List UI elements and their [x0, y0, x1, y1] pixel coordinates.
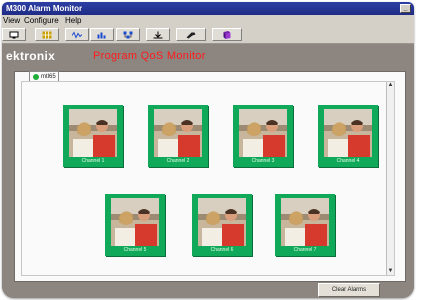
close-button[interactable]: _ [400, 4, 411, 13]
network-icon [123, 31, 133, 38]
program-grid: Channel 1 Channel 2 Channel 3 Channel 4 … [21, 81, 395, 276]
program-tile[interactable]: Channel 4 [318, 105, 378, 167]
network-button[interactable] [116, 28, 140, 41]
vertical-scrollbar[interactable]: ▲ ▼ [386, 82, 394, 275]
bar-chart-icon [97, 32, 106, 38]
program-tile[interactable]: Channel 1 [63, 105, 123, 167]
program-caption: Channel 7 [293, 247, 317, 253]
window-title: M300 Alarm Monitor [6, 4, 83, 13]
menu-bar: View Configure Help [2, 15, 414, 26]
grid-icon [42, 31, 52, 38]
video-thumbnail [281, 198, 329, 246]
program-tile[interactable]: Channel 7 [275, 194, 335, 256]
program-caption: Channel 3 [251, 158, 275, 164]
program-caption: Channel 4 [336, 158, 360, 164]
scroll-up-icon[interactable]: ▲ [387, 82, 394, 89]
video-thumbnail [154, 109, 202, 157]
application-window: M300 Alarm Monitor _ View Configure Help [2, 2, 414, 298]
video-thumbnail [198, 198, 246, 246]
tool-icon [186, 32, 196, 38]
bar-chart-button[interactable] [90, 28, 114, 41]
video-thumbnail [69, 109, 117, 157]
program-tile[interactable]: Channel 5 [105, 194, 165, 256]
video-thumbnail [239, 109, 287, 157]
menu-help[interactable]: Help [65, 15, 81, 26]
download-icon [153, 31, 163, 38]
program-tile[interactable]: Channel 6 [192, 194, 252, 256]
product-title: Program QoS Monitor [93, 50, 206, 62]
menu-view[interactable]: View [3, 15, 20, 26]
video-thumbnail [324, 109, 372, 157]
tool-button[interactable] [176, 28, 206, 41]
program-caption: Channel 1 [81, 158, 105, 164]
monitor-panel: mtl65 Channel 1 Channel 2 Channel 3 Chan… [14, 71, 406, 282]
brand-logo: ektronix [6, 49, 56, 63]
toolbar [2, 26, 414, 44]
program-caption: Channel 2 [166, 158, 190, 164]
download-button[interactable] [146, 28, 170, 41]
program-tile[interactable]: Channel 3 [233, 105, 293, 167]
title-bar: M300 Alarm Monitor _ [2, 2, 414, 15]
video-thumbnail [111, 198, 159, 246]
book-button[interactable] [212, 28, 242, 41]
menu-configure[interactable]: Configure [24, 15, 59, 26]
header-banner: ektronix Program QoS Monitor [2, 44, 414, 66]
monitor-icon [9, 31, 19, 38]
program-tile[interactable]: Channel 2 [148, 105, 208, 167]
scroll-down-icon[interactable]: ▼ [387, 268, 394, 275]
clear-alarms-button[interactable]: Clear Alarms [318, 283, 380, 297]
program-caption: Channel 5 [123, 247, 147, 253]
book-icon [223, 30, 231, 39]
monitor-button[interactable] [2, 28, 26, 41]
status-ok-icon [33, 74, 39, 80]
program-caption: Channel 6 [210, 247, 234, 253]
waveform-button[interactable] [65, 28, 89, 41]
waveform-icon [72, 31, 82, 38]
grid-button[interactable] [35, 28, 59, 41]
